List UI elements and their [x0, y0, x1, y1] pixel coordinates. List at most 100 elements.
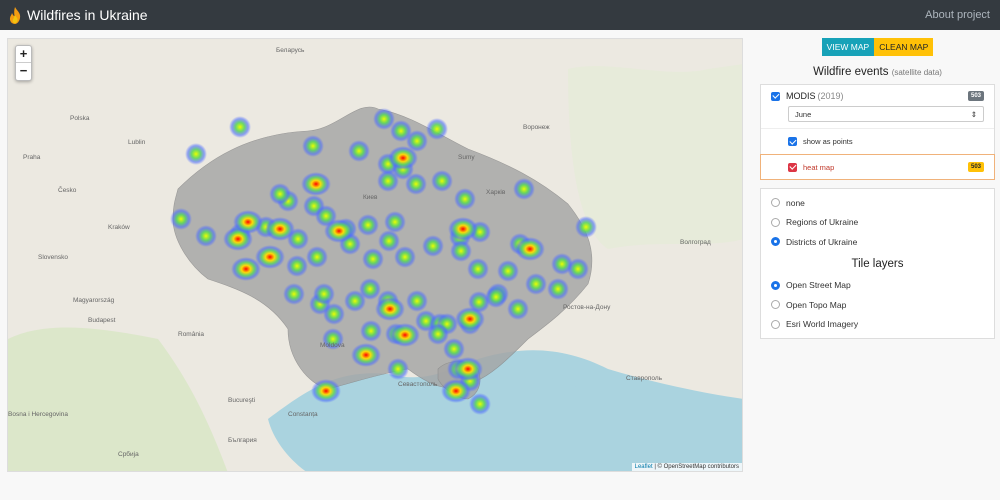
tile-option-topo[interactable]: Open Topo Map [771, 295, 984, 315]
heat-spot [547, 278, 569, 300]
heat-spot [269, 183, 291, 205]
map-view[interactable]: Беларусь Polska Киев Харків Воронеж Волгоград… [7, 38, 743, 472]
clean-map-button[interactable]: CLEAN MAP [874, 38, 934, 56]
boundary-radio-regions[interactable] [771, 217, 780, 227]
heat-hotspot [311, 379, 341, 403]
map-label: Воронеж [523, 124, 550, 131]
heat-spot [302, 135, 324, 157]
heat-spot [357, 214, 379, 236]
boundary-option-regions[interactable]: Regions of Ukraine [771, 213, 984, 233]
heat-hotspot [324, 219, 354, 243]
boundary-option-none[interactable]: none [771, 193, 984, 213]
map-label: Bucureşti [228, 397, 256, 404]
heat-map-label: heat map [803, 162, 835, 172]
tile-radio-osm[interactable] [771, 280, 780, 290]
show-points-label: show as points [803, 137, 853, 146]
heat-spot [229, 116, 251, 138]
heat-map-count-badge: 503 [967, 162, 984, 172]
map-label: Sumy [458, 154, 475, 161]
modis-count-badge: 503 [967, 91, 984, 101]
tile-label-osm: Open Street Map [786, 280, 851, 291]
events-subtitle: (satellite data) [891, 68, 942, 77]
month-select-value: June [795, 109, 812, 119]
month-select[interactable]: June ⇕ [788, 106, 984, 122]
map-label: Ростов-на-Дону [563, 304, 611, 311]
events-title: Wildfire events [813, 66, 889, 78]
heat-spot [394, 246, 416, 268]
map-label: Волгоград [680, 239, 711, 246]
heat-hotspot [233, 210, 263, 234]
heat-hotspot [375, 297, 405, 321]
zoom-out-button[interactable]: − [16, 63, 31, 80]
tile-radio-topo[interactable] [771, 300, 780, 310]
modis-row[interactable]: MODIS (2019) 503 [761, 85, 994, 104]
map-label: Constanța [288, 411, 318, 418]
map-label: България [228, 437, 257, 444]
map-label: Беларусь [276, 47, 305, 54]
heat-hotspot [441, 379, 471, 403]
heat-map-row[interactable]: heat map 503 [760, 154, 995, 180]
boundaries-card: none Regions of Ukraine Districts of Ukr… [760, 188, 995, 339]
heat-spot [567, 258, 589, 280]
heat-spot [360, 320, 382, 342]
heat-hotspot [388, 146, 418, 170]
heat-spot [170, 208, 192, 230]
osm-attribution[interactable]: | © OpenStreetMap contributors [654, 464, 739, 470]
map-label: Србија [118, 451, 139, 458]
modis-checkbox[interactable] [771, 91, 780, 101]
leaflet-link[interactable]: Leaflet [635, 464, 653, 470]
modis-label: MODIS [786, 91, 816, 101]
boundary-label-regions: Regions of Ukraine [786, 217, 859, 228]
navbar: Wildfires in Ukraine About project [0, 0, 1000, 30]
map-label: Magyarország [73, 297, 115, 304]
tile-option-esri[interactable]: Esri World Imagery [771, 315, 984, 335]
heat-spot [362, 248, 384, 270]
heat-spot [406, 290, 428, 312]
heat-spot [185, 143, 207, 165]
heat-spot [450, 240, 472, 262]
heat-spot [348, 140, 370, 162]
map-label: România [178, 331, 205, 338]
heat-spot [323, 303, 345, 325]
heat-hotspot [455, 307, 485, 331]
map-label: Kraków [108, 224, 130, 231]
map-label: Ставрополь [626, 375, 663, 382]
show-points-checkbox[interactable] [788, 137, 797, 146]
map-label: Lublin [128, 139, 146, 146]
show-points-row[interactable]: show as points [761, 128, 994, 154]
view-map-button[interactable]: VIEW MAP [821, 38, 875, 56]
boundary-label-districts: Districts of Ukraine [786, 236, 858, 247]
map-label: Budapest [88, 317, 116, 324]
map-label: Севастополь [398, 381, 438, 388]
heat-spot [467, 258, 489, 280]
events-heading: Wildfire events (satellite data) [760, 66, 995, 78]
heat-map-checkbox[interactable] [788, 162, 797, 172]
brand[interactable]: Wildfires in Ukraine [8, 6, 148, 24]
zoom-control[interactable]: + − [15, 45, 32, 81]
heat-spot [485, 286, 507, 308]
boundary-radio-none[interactable] [771, 198, 780, 208]
map-canvas[interactable] [8, 39, 743, 472]
heat-spot [507, 298, 529, 320]
heat-spot [426, 118, 448, 140]
control-panel: VIEW MAP CLEAN MAP Wildfire events (sate… [760, 38, 995, 347]
tile-radio-esri[interactable] [771, 319, 780, 329]
zoom-in-button[interactable]: + [16, 46, 31, 63]
heat-spot [422, 235, 444, 257]
boundary-option-districts[interactable]: Districts of Ukraine [771, 232, 984, 252]
tile-option-osm[interactable]: Open Street Map [771, 276, 984, 296]
heat-spot [384, 211, 406, 233]
heat-spot [443, 338, 465, 360]
app-title: Wildfires in Ukraine [27, 7, 148, 23]
about-project-link[interactable]: About project [925, 9, 990, 21]
heat-spot [497, 260, 519, 282]
heat-spot [427, 323, 449, 345]
heat-spot [359, 278, 381, 300]
heat-hotspot [265, 217, 295, 241]
map-label: Praha [23, 154, 41, 161]
modis-year: (2019) [817, 91, 844, 101]
heat-hotspot [448, 217, 478, 241]
boundary-radio-districts[interactable] [771, 237, 780, 247]
fire-icon [9, 6, 21, 24]
map-label: Česko [58, 187, 77, 194]
